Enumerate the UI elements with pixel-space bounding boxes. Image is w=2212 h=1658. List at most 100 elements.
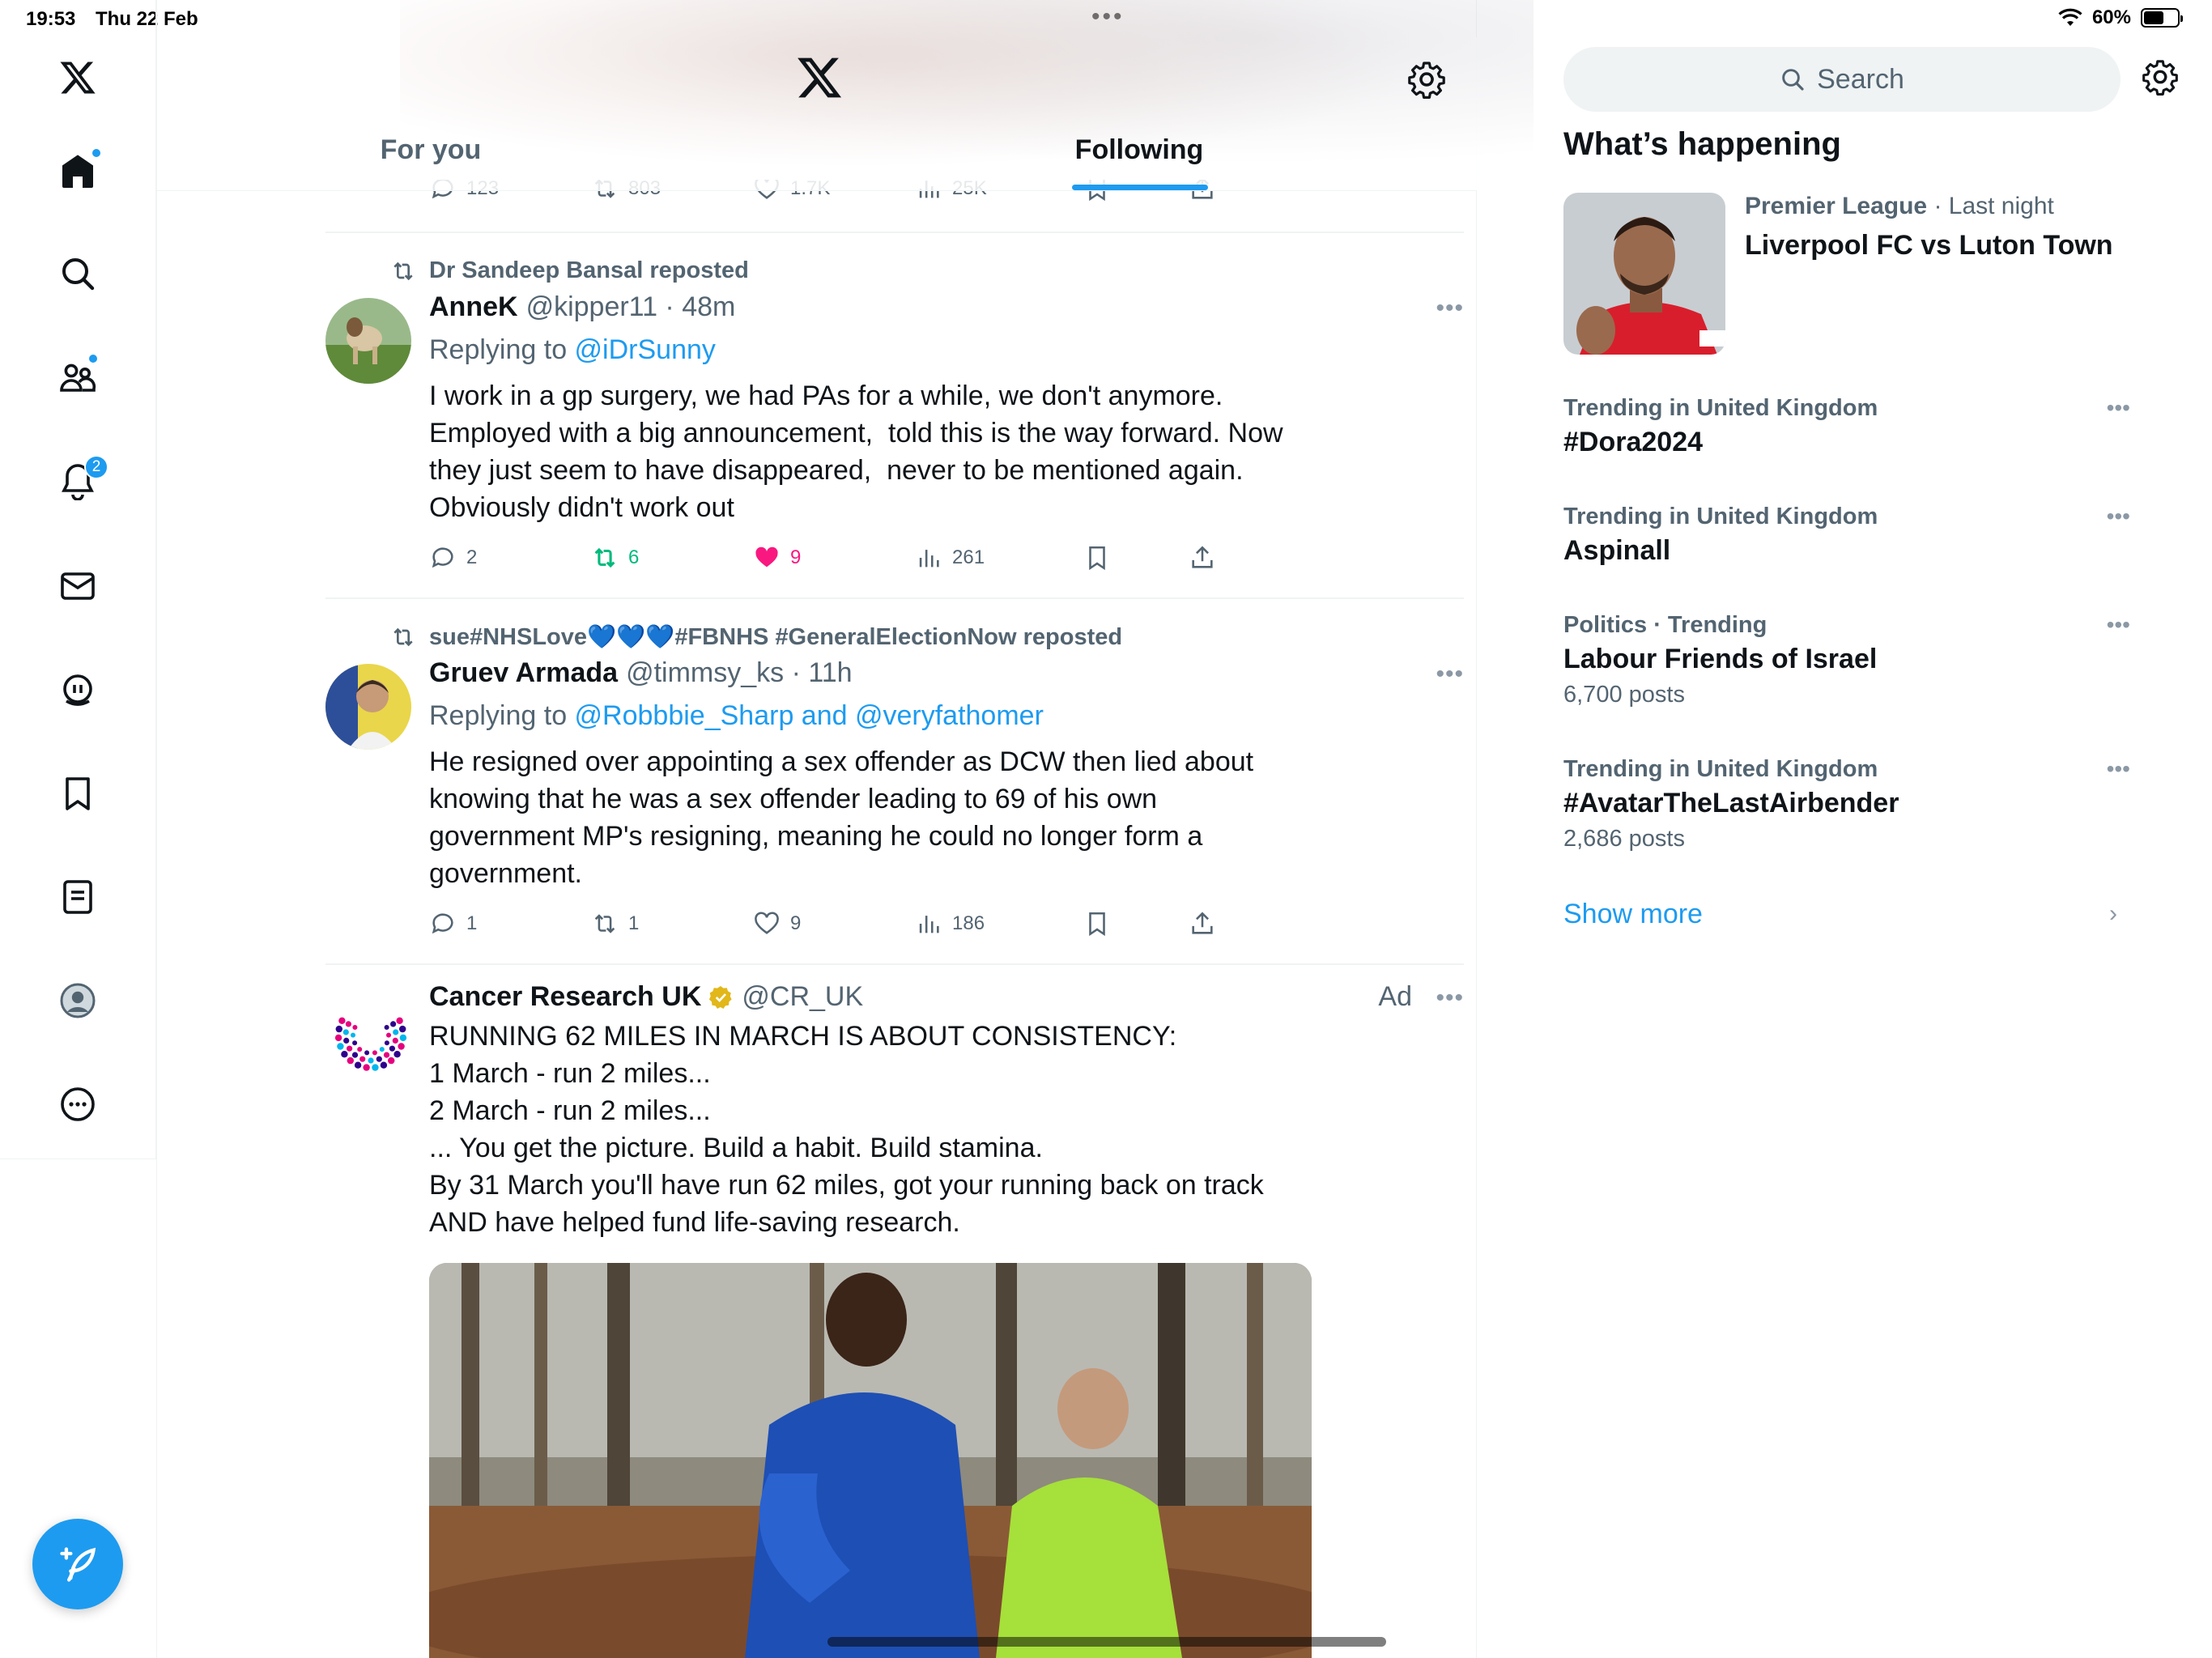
- verified-gold-icon: [709, 985, 732, 1009]
- share-button[interactable]: [1189, 910, 1216, 937]
- featured-event-image: [1563, 193, 1725, 355]
- tweet[interactable]: Dr Sandeep Bansal reposted AnneK @kipper…: [325, 232, 1464, 597]
- author-name[interactable]: Gruev Armada: [429, 657, 618, 689]
- explore-settings-gear-icon[interactable]: [2142, 58, 2179, 96]
- share-button[interactable]: [1189, 544, 1216, 572]
- trend-meta: Politics · Trending: [1563, 612, 1767, 638]
- replying-to-link[interactable]: @Robbbie_Sharp and @veryfathomer: [575, 700, 1044, 731]
- search-input[interactable]: Search: [1563, 47, 2121, 112]
- show-more-link[interactable]: Show more: [1563, 899, 1703, 930]
- lists-icon[interactable]: [39, 858, 117, 936]
- profile-icon[interactable]: [39, 962, 117, 1039]
- communities-new-dot: [87, 353, 99, 364]
- trend-more-icon[interactable]: •••: [2107, 612, 2130, 638]
- reposted-by-label: sue#NHSLove💙💙💙#FBNHS #GeneralElectionNow…: [429, 624, 1123, 650]
- repost-icon: [594, 547, 615, 568]
- avatar[interactable]: [325, 993, 411, 1078]
- heart-icon: [755, 912, 779, 934]
- home-icon[interactable]: [39, 133, 117, 210]
- author-name[interactable]: AnneK: [429, 291, 518, 323]
- trend-post-count: 6,700 posts: [1563, 682, 1685, 708]
- x-logo-icon[interactable]: [795, 53, 844, 102]
- compose-post-button[interactable]: [32, 1519, 123, 1609]
- promoted-tweet[interactable]: Cancer Research UK @CR_UK RUNNING 62 MIL…: [325, 963, 1464, 1658]
- reply-icon: [432, 913, 453, 934]
- trend-item[interactable]: Politics · Trending Labour Friends of Is…: [1563, 612, 2130, 708]
- featured-event[interactable]: Premier League · Last night Liverpool FC…: [1563, 193, 2179, 356]
- trend-title: #AvatarTheLastAirbender: [1563, 788, 1899, 818]
- trend-meta: Trending in United Kingdom: [1563, 504, 1878, 529]
- featured-event-title: Liverpool FC vs Luton Town: [1745, 230, 2113, 261]
- tweet-more-icon[interactable]: •••: [1436, 295, 1464, 322]
- timeline-header: For you Following: [157, 0, 1534, 191]
- repost-attribution: sue#NHSLove💙💙💙#FBNHS #GeneralElectionNow…: [390, 623, 1122, 651]
- more-icon[interactable]: [39, 1065, 117, 1143]
- trend-item[interactable]: Trending in United Kingdom Aspinall •••: [1563, 504, 2130, 567]
- main-timeline: For you Following 123 803 1.7K: [157, 0, 1534, 1658]
- tweet[interactable]: sue#NHSLove💙💙💙#FBNHS #GeneralElectionNow…: [325, 597, 1464, 963]
- x-logo-icon[interactable]: [39, 39, 117, 117]
- featured-event-category: Premier League: [1745, 193, 1928, 219]
- grok-icon[interactable]: [39, 651, 117, 729]
- like-button[interactable]: 9: [753, 910, 801, 937]
- search-placeholder: Search: [1817, 63, 1904, 95]
- author-name[interactable]: Cancer Research UK: [429, 981, 701, 1013]
- tweet-actions: 1 1 9 186: [429, 910, 1320, 942]
- messages-icon[interactable]: [39, 547, 117, 625]
- bookmark-button[interactable]: [1083, 910, 1111, 937]
- like-button[interactable]: 9: [753, 544, 801, 572]
- repost-button[interactable]: 1: [591, 910, 639, 937]
- repost-icon: [393, 261, 413, 280]
- compose-feather-icon: [60, 1547, 96, 1582]
- tab-following[interactable]: Following: [1034, 134, 1244, 191]
- avatar[interactable]: [325, 298, 411, 384]
- replying-to-prefix: Replying to: [429, 700, 575, 731]
- notifications-icon[interactable]: 2: [39, 442, 117, 520]
- replying-to-prefix: Replying to: [429, 334, 575, 365]
- tweet-more-icon[interactable]: •••: [1436, 661, 1464, 688]
- trend-meta: Trending in United Kingdom: [1563, 756, 1878, 782]
- home-indicator[interactable]: [827, 1637, 1386, 1647]
- tweet-more-icon[interactable]: •••: [1436, 984, 1464, 1012]
- search-icon[interactable]: [39, 235, 117, 312]
- tab-for-you[interactable]: For you: [325, 134, 536, 191]
- communities-icon[interactable]: [39, 338, 117, 416]
- right-sidebar: Search What’s happening Premier League ·…: [1478, 0, 2212, 1658]
- trend-more-icon[interactable]: •••: [2107, 504, 2130, 529]
- replying-to: Replying to @iDrSunny: [429, 334, 1320, 366]
- views-button[interactable]: 186: [915, 910, 985, 937]
- whats-happening-title: What’s happening: [1563, 126, 1841, 162]
- views-count: 261: [952, 546, 985, 568]
- trend-item[interactable]: Trending in United Kingdom #Dora2024 •••: [1563, 395, 2130, 458]
- author-handle[interactable]: @kipper11 · 48m: [526, 291, 736, 323]
- trend-more-icon[interactable]: •••: [2107, 395, 2130, 421]
- reply-button[interactable]: 2: [429, 544, 477, 572]
- author-handle[interactable]: @CR_UK: [742, 981, 863, 1013]
- trend-item[interactable]: Trending in United Kingdom #AvatarTheLas…: [1563, 756, 2130, 852]
- views-count: 186: [952, 912, 985, 934]
- views-button[interactable]: 261: [915, 544, 985, 572]
- like-count: 9: [790, 546, 802, 568]
- repost-button[interactable]: 6: [591, 544, 639, 572]
- trend-more-icon[interactable]: •••: [2107, 756, 2130, 782]
- trend-post-count: 2,686 posts: [1563, 826, 1685, 852]
- bookmark-button[interactable]: [1083, 544, 1111, 572]
- repost-count: 1: [628, 912, 640, 934]
- tweet-text: RUNNING 62 MILES IN MARCH IS ABOUT CONSI…: [429, 1021, 1264, 1238]
- trend-meta: Trending in United Kingdom: [1563, 395, 1878, 421]
- reply-button[interactable]: 1: [429, 910, 477, 937]
- heart-filled-icon: [755, 546, 778, 568]
- featured-event-time: · Last night: [1927, 193, 2054, 219]
- cancer-research-logo-icon: [334, 1017, 407, 1071]
- repost-attribution: Dr Sandeep Bansal reposted: [390, 257, 749, 284]
- tweet-media-image[interactable]: [429, 1263, 1312, 1658]
- author-handle[interactable]: @timmsy_ks · 11h: [626, 657, 853, 689]
- views-icon: [919, 916, 939, 933]
- replying-to-link[interactable]: @iDrSunny: [575, 334, 716, 365]
- repost-icon: [393, 627, 413, 647]
- avatar[interactable]: [325, 664, 411, 750]
- bookmarks-icon[interactable]: [39, 755, 117, 832]
- timeline-settings-gear-icon[interactable]: [1407, 60, 1446, 99]
- reply-count: 1: [466, 912, 478, 934]
- left-navigation: 2: [0, 0, 156, 1159]
